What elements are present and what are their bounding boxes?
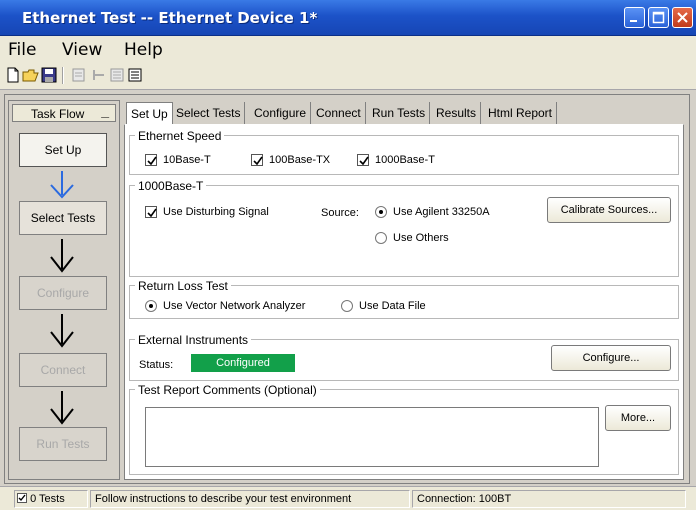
status-bar: 0 Tests Follow instructions to describe … [0, 486, 696, 510]
radio-label: Use Others [393, 232, 449, 244]
menu-file[interactable]: File [8, 40, 36, 60]
radio-vector-network-analyzer[interactable]: Use Vector Network Analyzer [145, 300, 305, 312]
task-flow-minimize[interactable]: _ [101, 103, 109, 119]
maximize-button[interactable] [648, 7, 669, 28]
tab-html-report[interactable]: Html Report [484, 102, 558, 124]
checkbox-icon [251, 154, 263, 166]
tab-connect[interactable]: Connect [312, 102, 366, 124]
toolbar [0, 62, 696, 90]
minimize-button[interactable] [624, 7, 645, 28]
return-loss-title: Return Loss Test [135, 279, 231, 293]
arrow-down-icon [50, 391, 74, 425]
setup-panel: Ethernet Speed 10Base-T 100Base-TX 1000B… [124, 124, 684, 480]
title-bar[interactable]: Ethernet Test -- Ethernet Device 1* [0, 0, 696, 36]
checkbox-10base-t[interactable]: 10Base-T [145, 154, 211, 166]
task-flow-header: Task Flow _ [12, 103, 116, 122]
radio-label: Use Vector Network Analyzer [163, 300, 306, 312]
gig-title: 1000Base-T [135, 179, 207, 193]
report-icon[interactable] [108, 66, 126, 84]
open-folder-icon[interactable] [22, 66, 40, 84]
checkbox-icon[interactable] [17, 493, 27, 503]
task-step-set-up[interactable]: Set Up [19, 133, 107, 167]
checkbox-icon [145, 154, 157, 166]
task-flow-panel: Task Flow _ Set Up Select Tests Configur… [8, 100, 120, 480]
task-step-run-tests[interactable]: Run Tests [19, 427, 107, 461]
menu-view[interactable]: View [62, 40, 102, 60]
close-button[interactable] [672, 7, 693, 28]
checkbox-label: 10Base-T [163, 154, 211, 166]
task-step-configure[interactable]: Configure [19, 276, 107, 310]
run-icon[interactable] [90, 66, 108, 84]
menu-help[interactable]: Help [124, 40, 163, 60]
arrow-down-icon [50, 239, 74, 273]
radio-data-file[interactable]: Use Data File [341, 300, 426, 312]
status-tests: 0 Tests [14, 490, 88, 508]
radio-selected-icon [375, 206, 387, 218]
configure-instruments-button[interactable]: Configure... [551, 345, 671, 371]
task-flow-title: Task Flow [31, 107, 85, 121]
checkbox-label: 1000Base-T [375, 154, 435, 166]
more-button[interactable]: More... [605, 405, 671, 431]
radio-label: Use Data File [359, 300, 426, 312]
checkbox-1000base-t[interactable]: 1000Base-T [357, 154, 435, 166]
radio-agilent-33250a[interactable]: Use Agilent 33250A [375, 206, 490, 218]
toolbar-separator [62, 67, 64, 84]
comments-title: Test Report Comments (Optional) [135, 383, 320, 397]
comments-textarea[interactable] [145, 407, 599, 467]
checkbox-icon [145, 206, 157, 218]
minimize-icon [630, 20, 637, 22]
task-step-connect[interactable]: Connect [19, 353, 107, 387]
status-message: Follow instructions to describe your tes… [90, 490, 410, 508]
new-file-icon[interactable] [4, 66, 22, 84]
menu-bar: File View Help [0, 36, 696, 62]
status-badge: Configured [191, 354, 295, 372]
tab-configure[interactable]: Configure [250, 102, 312, 124]
checkbox-icon [357, 154, 369, 166]
maximize-icon [652, 11, 665, 24]
grid-icon[interactable] [126, 66, 144, 84]
status-connection: Connection: 100BT [412, 490, 686, 508]
arrow-down-icon [50, 314, 74, 348]
checkbox-label: Use Disturbing Signal [163, 206, 269, 218]
tests-count: 0 Tests [30, 493, 65, 505]
task-step-select-tests[interactable]: Select Tests [19, 201, 107, 235]
radio-label: Use Agilent 33250A [393, 206, 490, 218]
checkbox-disturbing-signal[interactable]: Use Disturbing Signal [145, 206, 269, 218]
radio-icon [341, 300, 353, 312]
instruments-title: External Instruments [135, 333, 252, 347]
status-label: Status: [139, 359, 174, 371]
tab-select-tests[interactable]: Select Tests [172, 102, 246, 124]
tab-set-up[interactable]: Set Up [126, 102, 173, 124]
radio-icon [375, 232, 387, 244]
tab-results[interactable]: Results [432, 102, 482, 124]
properties-icon[interactable] [70, 66, 88, 84]
window-title: Ethernet Test -- Ethernet Device 1* [22, 9, 318, 27]
ethernet-speed-title: Ethernet Speed [135, 129, 225, 143]
tab-run-tests[interactable]: Run Tests [368, 102, 431, 124]
close-icon [677, 12, 688, 23]
checkbox-100base-tx[interactable]: 100Base-TX [251, 154, 330, 166]
radio-use-others[interactable]: Use Others [375, 232, 449, 244]
save-icon[interactable] [40, 66, 58, 84]
radio-selected-icon [145, 300, 157, 312]
source-label: Source: [321, 207, 359, 219]
checkbox-label: 100Base-TX [269, 154, 331, 166]
calibrate-sources-button[interactable]: Calibrate Sources... [547, 197, 671, 223]
arrow-down-icon [50, 171, 74, 199]
